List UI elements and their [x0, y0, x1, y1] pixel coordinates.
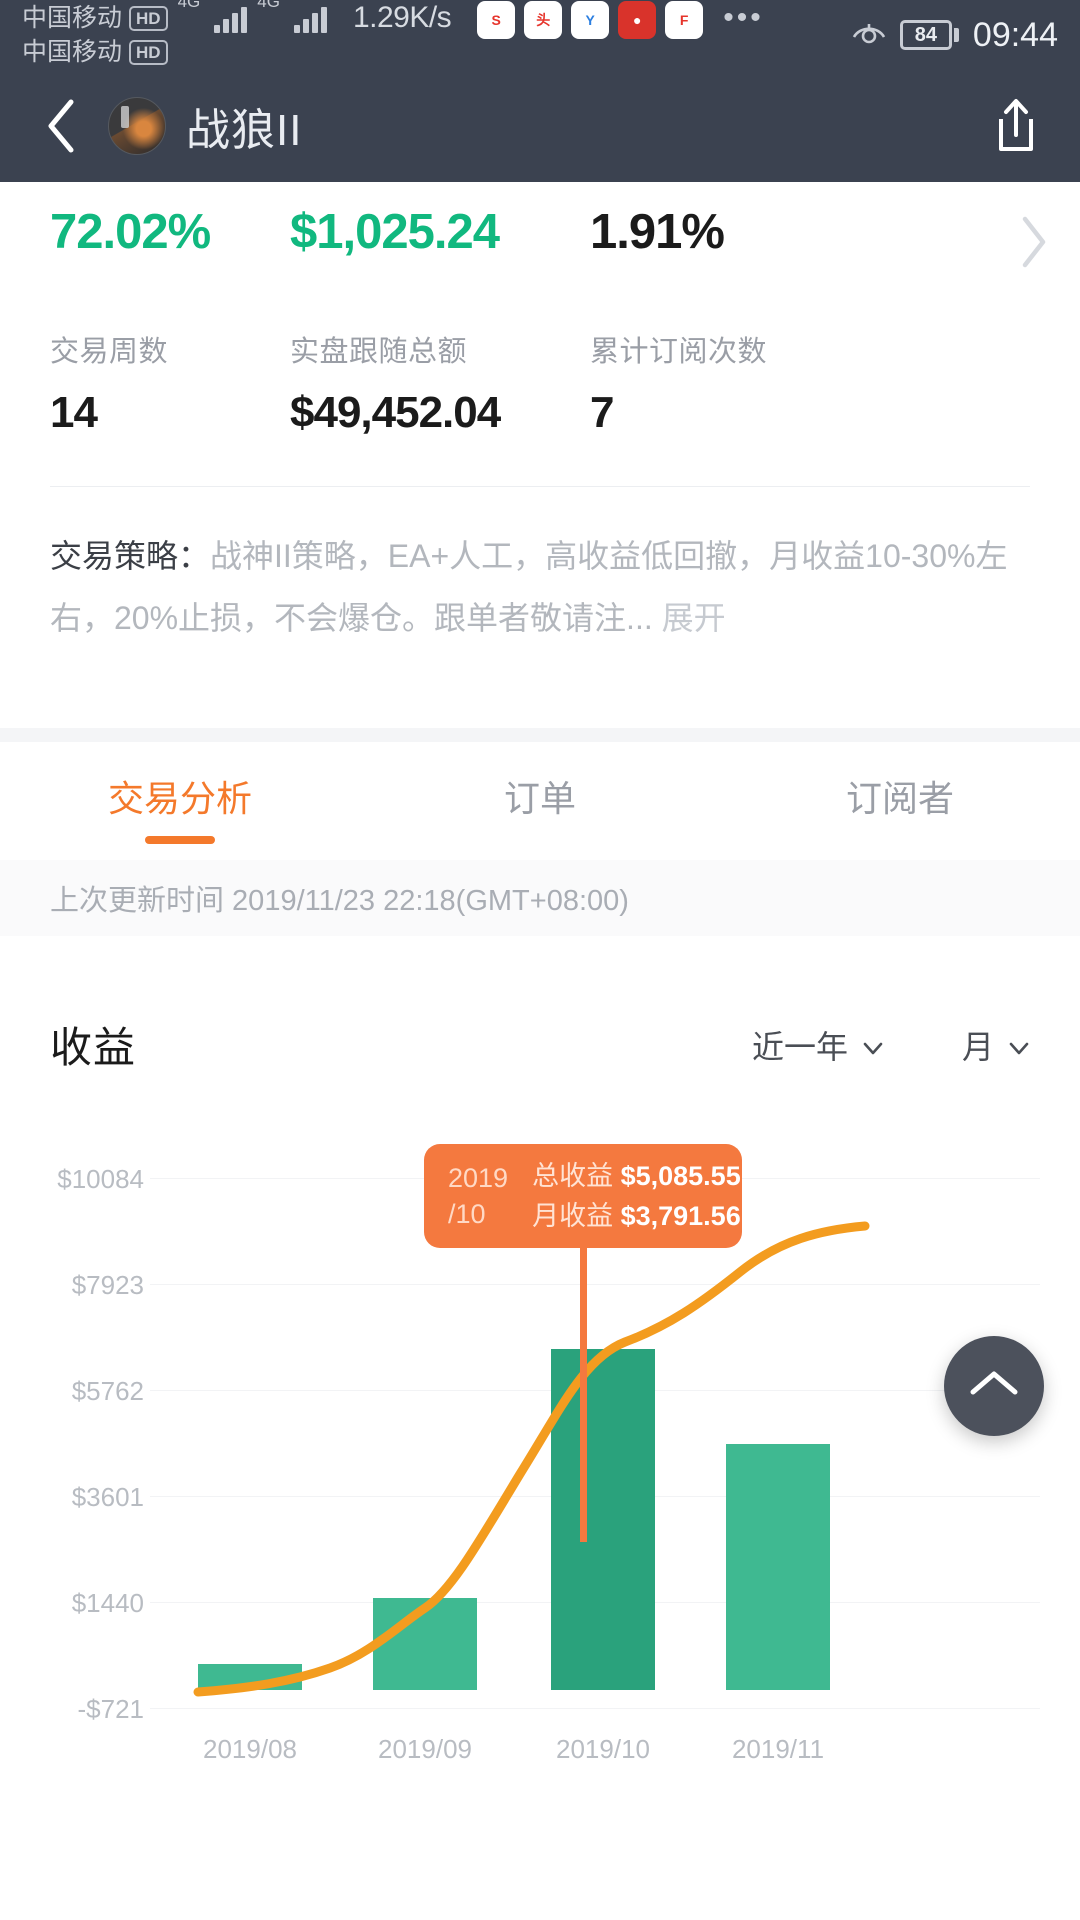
battery-cap-icon: [953, 28, 959, 42]
tab-trade-analysis-label: 交易分析: [107, 778, 252, 819]
red-app-icon: ●: [618, 1, 657, 39]
sina-icon: S: [477, 1, 516, 39]
stat-trading-weeks-value: 14: [50, 388, 98, 437]
stat-follow-total: 实盘跟随总额 $49,452.04: [290, 328, 590, 438]
tooltip-rows: 总收益 $5,085.55 月收益 $3,791.56: [532, 1156, 741, 1236]
toutiao-icon: 头: [524, 1, 563, 39]
xtick-label-0: 2019/08: [203, 1734, 297, 1764]
xtick-label-2: 2019/10: [556, 1734, 650, 1764]
chevron-up-icon: [968, 1367, 1020, 1406]
tooltip-row-monthly: 月收益 $3,791.56: [532, 1196, 741, 1236]
stat-follow-total-value: $49,452.04: [290, 388, 501, 437]
tooltip-stem: [580, 1248, 587, 1542]
stat-follow-total-label: 实盘跟随总额: [290, 336, 468, 368]
eye-icon: [852, 22, 886, 48]
chart-header: 收益 近一年 月: [0, 936, 1080, 1075]
carrier-row-2: 中国移动 HD: [22, 35, 168, 69]
strategy-description-label: 交易策略：: [50, 538, 211, 574]
page-title: 战狼II: [186, 106, 303, 155]
carrier-row-1: 中国移动 HD: [22, 1, 168, 35]
status-bar: 中国移动 HD 中国移动 HD 4G 4G 1.29K/s S 头 Y ● F …: [0, 0, 1080, 70]
tab-trade-analysis[interactable]: 交易分析: [0, 742, 360, 860]
last-update-bar: 上次更新时间 2019/11/23 22:18(GMT+08:00): [0, 860, 1080, 936]
chevron-down-icon-range: [862, 1030, 884, 1054]
metric-return-rate: 72.02%: [50, 204, 290, 260]
top-metric-row: 72.02% $1,025.24 1.91%: [0, 182, 1080, 260]
avatar[interactable]: [108, 97, 166, 155]
f-app-icon: F: [665, 1, 704, 39]
tooltip-date-month: /10: [448, 1199, 486, 1229]
tooltip-row-total: 总收益 $5,085.55: [532, 1156, 741, 1196]
metric-profit-amount-value: $1,025.24: [290, 205, 500, 259]
chevron-down-icon-period: [1008, 1030, 1030, 1054]
stats-row: 交易周数 14 实盘跟随总额 $49,452.04 累计订阅次数 7: [0, 260, 1080, 438]
stat-subscriptions-label: 累计订阅次数: [590, 336, 768, 368]
xtick-label-1: 2019/09: [378, 1734, 472, 1764]
range-select-label: 近一年: [751, 1028, 848, 1065]
tab-orders[interactable]: 订单: [360, 742, 720, 860]
status-bar-left: 中国移动 HD 中国移动 HD 4G 4G 1.29K/s S 头 Y ● F …: [22, 0, 764, 69]
tab-subscribers[interactable]: 订阅者: [720, 742, 1080, 860]
network-type-2: 4G: [257, 0, 280, 11]
section-gap: [0, 728, 1080, 742]
status-bar-right: 84 09:44: [852, 16, 1058, 55]
tooltip-total-label: 总收益: [532, 1161, 614, 1191]
stat-subscriptions-value: 7: [590, 388, 614, 437]
tooltip-monthly-value: $3,791.56: [620, 1201, 741, 1231]
back-button[interactable]: [34, 98, 90, 154]
notification-icons: S 头 Y ● F: [477, 1, 704, 39]
clock: 09:44: [972, 15, 1058, 54]
carrier-name-2: 中国移动: [22, 38, 123, 66]
summary-divider: [50, 486, 1030, 487]
stat-trading-weeks: 交易周数 14: [50, 328, 290, 438]
range-select[interactable]: 近一年: [752, 1022, 884, 1068]
scroll-to-top-button[interactable]: [944, 1336, 1044, 1436]
chevron-right-icon[interactable]: [1014, 212, 1054, 272]
battery-level: 84: [899, 20, 952, 50]
signal-bars-icon-2: [293, 7, 327, 33]
share-button[interactable]: [986, 94, 1046, 158]
last-update-text: 上次更新时间 2019/11/23 22:18(GMT+08:00): [50, 885, 629, 917]
chart-tooltip: 2019 /10 总收益 $5,085.55 月收益 $3,791.56: [424, 1144, 742, 1248]
xtick-label-3: 2019/11: [731, 1734, 825, 1764]
chart-filters: 近一年 月: [752, 1022, 1030, 1068]
stat-subscriptions: 累计订阅次数 7: [590, 328, 890, 438]
expand-link[interactable]: 展开: [662, 600, 726, 636]
tooltip-date: 2019 /10: [448, 1160, 508, 1232]
hd-badge-1: HD: [129, 5, 168, 31]
network-speed: 1.29K/s: [352, 1, 452, 34]
period-select-label: 月: [961, 1028, 994, 1065]
overflow-dots-icon: •••: [723, 1, 764, 34]
carrier-stack: 中国移动 HD 中国移动 HD: [22, 1, 168, 69]
nav-bar: 战狼II: [0, 70, 1080, 182]
tab-subscribers-label: 订阅者: [845, 778, 954, 819]
youku-icon: Y: [571, 1, 610, 39]
metric-drawdown-value: 1.91%: [590, 205, 725, 259]
battery-indicator: 84: [899, 20, 959, 50]
signal-bars-icon-1: [214, 7, 248, 33]
hd-badge-2: HD: [129, 39, 168, 65]
carrier-name-1: 中国移动: [22, 4, 123, 32]
metric-profit-amount: $1,025.24: [290, 204, 590, 260]
strategy-description: 交易策略：战神II策略，EA+人工，高收益低回撤，月收益10-30%左右，20%…: [50, 525, 1030, 649]
chart-title: 收益: [50, 1024, 137, 1071]
tooltip-total-value: $5,085.55: [620, 1161, 741, 1191]
tab-bar: 交易分析 订单 订阅者: [0, 742, 1080, 860]
period-select[interactable]: 月: [962, 1022, 1030, 1068]
metric-return-rate-value: 72.02%: [50, 205, 211, 259]
stat-trading-weeks-label: 交易周数: [50, 336, 169, 368]
network-type-1: 4G: [177, 0, 201, 11]
summary-card: 72.02% $1,025.24 1.91% 交易周数 14 实盘跟随总额 $4…: [0, 182, 1080, 728]
metric-drawdown: 1.91%: [590, 204, 890, 260]
tooltip-date-year: 2019: [448, 1163, 509, 1193]
tooltip-monthly-label: 月收益: [532, 1201, 614, 1231]
tab-orders-label: 订单: [503, 778, 576, 819]
